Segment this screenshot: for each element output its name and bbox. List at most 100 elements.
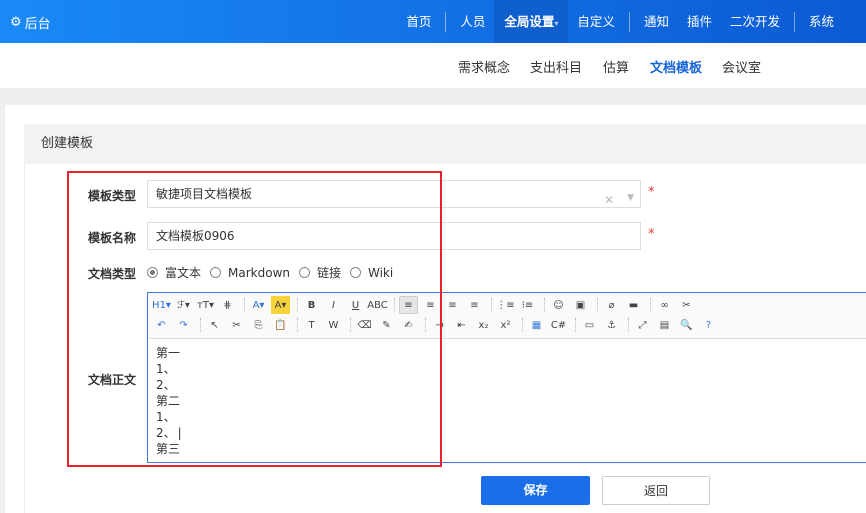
font-size-icon[interactable]: тT▾ [196, 296, 215, 314]
toolbar-row: ↶ ↷ ↖ ✂ ⎘ 📋 T W ⌫ ✎ ✍ ⇥ ⇤ x₂ x² ▦ C# ▭ ⚓ ⤢ ▤ 🔍? [152, 315, 862, 335]
select-icon[interactable]: ↖ [205, 316, 224, 334]
nav-home[interactable]: 首页 [397, 0, 440, 43]
redo-icon[interactable]: ↷ [174, 316, 193, 334]
nav-notify[interactable]: 通知 [635, 0, 678, 43]
subnav-doc-template[interactable]: 文档模板 [650, 57, 702, 76]
paste-word-icon[interactable]: W [324, 316, 343, 334]
font-family-icon[interactable]: ℱ▾ [174, 296, 193, 314]
justify-icon[interactable]: ≡ [465, 296, 484, 314]
radio-label: 链接 [316, 266, 341, 280]
fullscreen-icon[interactable]: ⤢ [633, 316, 652, 334]
unlink-icon[interactable]: ✂ [677, 296, 696, 314]
gear-icon: ⚙ [10, 15, 22, 30]
help-icon[interactable]: ? [699, 316, 718, 334]
code-icon[interactable]: C# [549, 316, 568, 334]
horizontal-rule-icon[interactable]: ▬ [624, 296, 643, 314]
rich-text-editor[interactable]: H1▾ ℱ▾ тT▾ ⋕ A▾ A▾ B I U ABC ≡ ≡ ≡ ≡ ⋮≡ ⁝≡ ☺ ▣ ⌀ ▬ ∞ ✂ ↶ ↷ ↖ ✂ ⎘ 📋… [147, 292, 866, 463]
subnav-expense[interactable]: 支出科目 [530, 57, 582, 76]
toolbar-separator [297, 298, 298, 312]
editor-body[interactable]: 第一1、2、第二1、2、第三 [148, 339, 866, 463]
subnav-meeting-room[interactable]: 会议室 [722, 57, 761, 76]
nav-divider [445, 11, 447, 32]
required-mark: * [648, 227, 655, 242]
indent-icon[interactable]: ⇥ [430, 316, 449, 334]
link-icon[interactable]: ∞ [655, 296, 674, 314]
clear-format-icon[interactable]: ✍ [399, 316, 418, 334]
align-right-icon[interactable]: ≡ [443, 296, 462, 314]
radio-unchecked[interactable] [350, 267, 361, 278]
caret-down-icon: ▾ [554, 19, 559, 28]
attachment-icon[interactable]: ⌀ [602, 296, 621, 314]
toolbar-separator [200, 318, 201, 332]
eraser-icon[interactable]: ⌫ [355, 316, 374, 334]
italic-icon[interactable]: I [324, 296, 343, 314]
undo-icon[interactable]: ↶ [152, 316, 171, 334]
nav-system[interactable]: 系统 [800, 0, 866, 43]
nav-dev[interactable]: 二次开发 [721, 0, 789, 43]
paste-icon[interactable]: 📋 [271, 316, 290, 334]
editor-toolbar: H1▾ ℱ▾ тT▾ ⋕ A▾ A▾ B I U ABC ≡ ≡ ≡ ≡ ⋮≡ ⁝≡ ☺ ▣ ⌀ ▬ ∞ ✂ ↶ ↷ ↖ ✂ ⎘ 📋… [148, 293, 866, 339]
toolbar-separator [394, 298, 395, 312]
insert-image-icon[interactable]: ▣ [571, 296, 590, 314]
nav-custom[interactable]: 自定义 [568, 0, 624, 43]
heading-icon[interactable]: H1▾ [152, 296, 171, 314]
brand-label: 后台 [24, 17, 51, 32]
editor-line: 1、 [156, 362, 176, 376]
editor-line: 第三 [156, 442, 181, 456]
superscript-icon[interactable]: x² [496, 316, 515, 334]
radio-link[interactable]: 链接 [298, 264, 341, 281]
radio-markdown[interactable]: Markdown [210, 266, 290, 280]
toolbar-separator [650, 298, 651, 312]
line-height-icon[interactable]: ⋕ [218, 296, 237, 314]
editor-line: 第一 [156, 346, 181, 360]
save-button[interactable]: 保存 [481, 476, 590, 505]
preview-icon[interactable]: 🔍 [677, 316, 696, 334]
doc-content-label: 文档正文 [88, 373, 137, 387]
template-name-input[interactable]: 文档模板0906 [147, 222, 641, 250]
top-header: ⚙ 后台 首页 人员 全局设置▾ 自定义 通知 插件 二次开发 系统 [0, 0, 866, 43]
copy-icon[interactable]: ⎘ [249, 316, 268, 334]
font-color-icon[interactable]: A▾ [249, 296, 268, 314]
strikethrough-icon[interactable]: ABC [367, 296, 388, 314]
subscript-icon[interactable]: x₂ [474, 316, 493, 334]
template-icon[interactable]: ▤ [655, 316, 674, 334]
radio-checked[interactable] [147, 267, 158, 278]
brand[interactable]: ⚙ 后台 [10, 13, 51, 32]
cut-icon[interactable]: ✂ [227, 316, 246, 334]
underline-icon[interactable]: U [346, 296, 365, 314]
clear-icon[interactable]: ✕ [604, 187, 614, 213]
anchor-icon[interactable]: ⚓ [602, 316, 621, 334]
align-center-icon[interactable]: ≡ [421, 296, 440, 314]
toolbar-separator [575, 318, 576, 332]
format-painter-icon[interactable]: ✎ [377, 316, 396, 334]
chevron-down-icon[interactable]: ▼ [627, 185, 634, 211]
radio-label: 富文本 [165, 266, 202, 280]
template-type-select[interactable]: 敏捷项目文档模板 ✕ ▼ [147, 180, 641, 208]
toolbar-separator [350, 318, 351, 332]
doc-type-radios: 富文本 Markdown 链接 Wiki [147, 264, 402, 281]
editor-line: 第二 [156, 394, 181, 408]
editor-line: 2、 [156, 425, 858, 441]
bold-icon[interactable]: B [302, 296, 321, 314]
radio-unchecked[interactable] [298, 267, 310, 278]
table-icon[interactable]: ▦ [527, 316, 546, 334]
subnav-estimate[interactable]: 估算 [603, 57, 629, 76]
template-name-label: 模板名称 [88, 231, 137, 245]
radio-richtext[interactable]: 富文本 [147, 264, 201, 281]
unordered-list-icon[interactable]: ⁝≡ [518, 296, 537, 314]
radio-unchecked[interactable] [210, 267, 222, 278]
nav-people[interactable]: 人员 [451, 0, 494, 43]
highlight-color-icon[interactable]: A▾ [271, 296, 290, 314]
emoji-icon[interactable]: ☺ [549, 296, 568, 314]
ordered-list-icon[interactable]: ⋮≡ [496, 296, 515, 314]
page-break-icon[interactable]: ▭ [580, 316, 599, 334]
align-left-icon[interactable]: ≡ [399, 296, 418, 314]
subnav-requirement[interactable]: 需求概念 [458, 57, 510, 76]
back-button[interactable]: 返回 [602, 476, 710, 505]
radio-wiki[interactable]: Wiki [350, 266, 393, 280]
nav-divider [793, 11, 795, 32]
nav-plugins[interactable]: 插件 [678, 0, 721, 43]
outdent-icon[interactable]: ⇤ [452, 316, 471, 334]
paste-text-icon[interactable]: T [302, 316, 321, 334]
nav-global-settings[interactable]: 全局设置▾ [494, 0, 569, 43]
